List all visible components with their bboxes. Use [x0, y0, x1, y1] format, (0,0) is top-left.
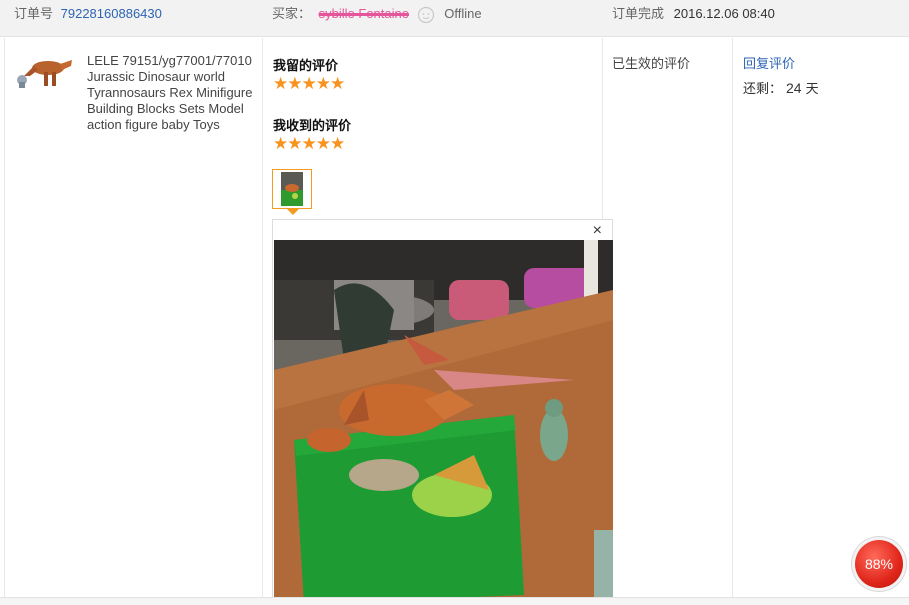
star-rating-icon: ★★★★★ — [273, 74, 345, 93]
order-content: LELE 79151/yg77001/77010 Jurassic Dinosa… — [0, 38, 909, 604]
remaining-days: 还剩： 24 天 — [743, 78, 819, 97]
divider — [732, 38, 733, 604]
my-review-label: 我留的评价 — [273, 58, 339, 73]
remaining-unit: 天 — [805, 81, 819, 96]
buyer-group: 买家： sybille Fontaine Offline — [272, 0, 482, 36]
divider — [4, 38, 5, 604]
completed-label: 订单完成 — [612, 6, 665, 21]
close-icon[interactable]: × — [593, 222, 602, 240]
buyer-status: Offline — [444, 6, 482, 21]
divider — [262, 38, 263, 604]
dinosaur-photo-icon — [281, 172, 303, 206]
remaining-value: 24 — [786, 80, 802, 96]
my-review-stars: ★★★★★ — [273, 74, 345, 93]
completed-date: 2016.12.06 08:40 — [673, 6, 775, 21]
order-header: 订单号 79228160886430 买家： sybille Fontaine … — [0, 0, 909, 37]
completed-group: 订单完成 2016.12.06 08:40 — [612, 0, 775, 36]
progress-badge[interactable]: 88% — [855, 540, 903, 588]
product-thumbnail[interactable] — [14, 52, 74, 92]
received-review-stars: ★★★★★ — [273, 134, 345, 153]
selected-arrow-icon — [287, 209, 299, 215]
star-rating-icon: ★★★★★ — [273, 134, 345, 153]
buyer-label: 买家： — [272, 6, 312, 21]
received-review-label: 我收到的评价 — [273, 118, 352, 133]
reply-review-link[interactable]: 回复评价 — [743, 53, 795, 72]
valid-review-status: 已生效的评价 — [612, 56, 691, 71]
review-photo-large — [274, 240, 613, 604]
product-title-link[interactable]: LELE 79151/yg77001/77010 Jurassic Dinosa… — [87, 53, 255, 133]
order-number-label: 订单号 — [14, 6, 54, 21]
order-number-group: 订单号 79228160886430 — [14, 0, 162, 36]
photo-preview-popup: × — [272, 219, 613, 604]
remaining-label: 还剩： — [743, 81, 783, 96]
chat-offline-icon[interactable] — [417, 6, 435, 24]
review-photo-thumbnail[interactable] — [272, 169, 312, 215]
buyer-name-link[interactable]: sybille Fontaine — [319, 6, 409, 21]
order-number-link[interactable]: 79228160886430 — [61, 6, 162, 21]
